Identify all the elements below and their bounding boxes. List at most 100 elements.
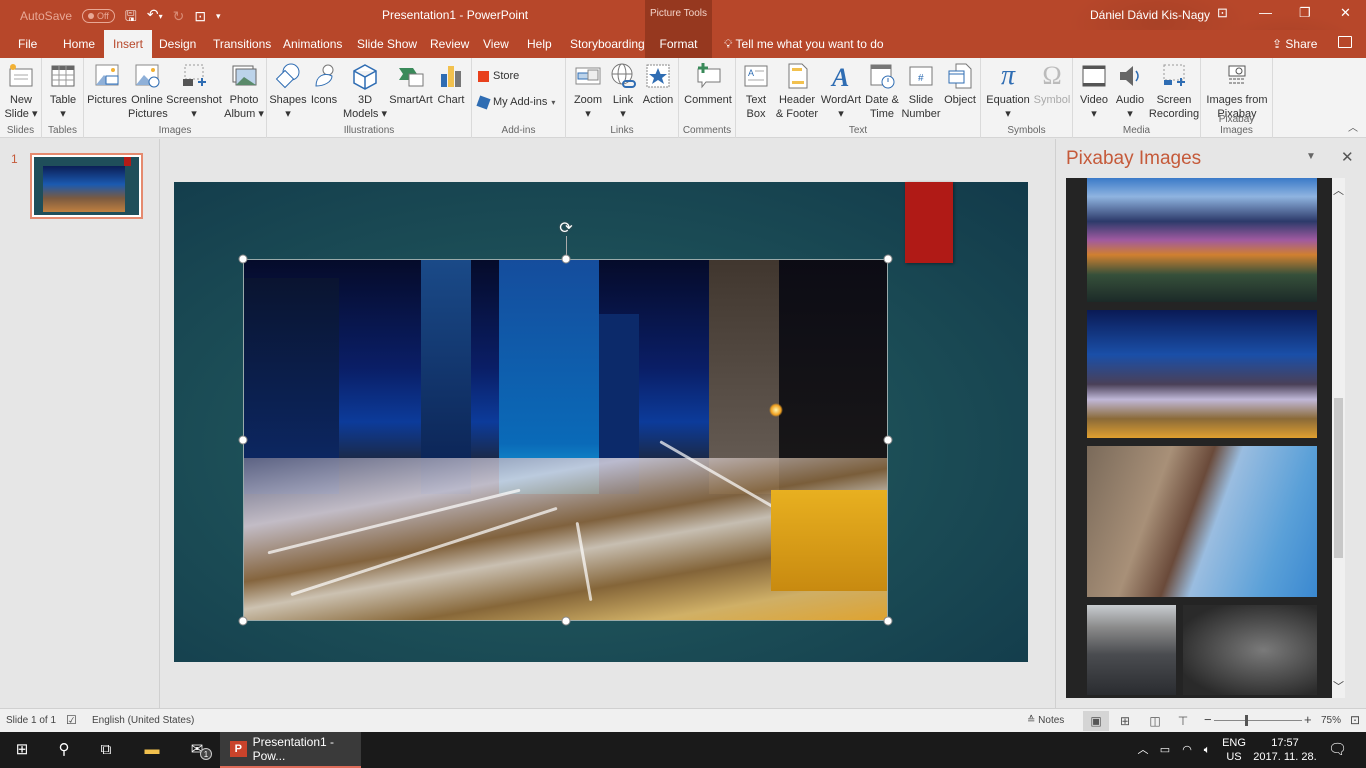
- customize-qat-icon[interactable]: ▾: [216, 9, 221, 23]
- redo-icon[interactable]: ↻: [173, 9, 185, 23]
- fit-to-window-icon[interactable]: ⊡: [1350, 713, 1360, 727]
- pictures-button[interactable]: Pictures: [86, 62, 128, 107]
- tab-home[interactable]: Home: [54, 30, 104, 58]
- comment-button[interactable]: Comment: [682, 62, 734, 107]
- collapse-ribbon-icon[interactable]: ︿: [1348, 119, 1358, 134]
- slide[interactable]: [174, 182, 1028, 662]
- wifi-icon[interactable]: ◠: [1179, 732, 1195, 768]
- tab-storyboarding[interactable]: Storyboarding: [561, 30, 654, 58]
- video-button[interactable]: Video ▾: [1076, 62, 1112, 121]
- selected-picture[interactable]: [243, 259, 888, 621]
- gallery-scrollbar[interactable]: ︿ ﹀: [1332, 178, 1345, 698]
- resize-handle-left[interactable]: [238, 435, 248, 445]
- undo-icon[interactable]: ↶▾: [147, 7, 163, 24]
- volume-icon[interactable]: 🔈︎: [1199, 732, 1215, 768]
- language[interactable]: English (United States): [92, 715, 194, 726]
- shapes-button[interactable]: Shapes ▾: [269, 62, 307, 121]
- input-language[interactable]: ENG US: [1222, 736, 1246, 764]
- slideshow-view-icon[interactable]: ⊤: [1170, 711, 1196, 731]
- equation-button[interactable]: π Equation ▾: [984, 62, 1032, 121]
- search-icon[interactable]: ⚲: [54, 732, 74, 768]
- zoom-out-icon[interactable]: −: [1204, 712, 1212, 727]
- resize-handle-top[interactable]: [561, 254, 571, 264]
- resize-handle-top-right[interactable]: [883, 254, 893, 264]
- smartart-button[interactable]: SmartArt: [389, 62, 433, 107]
- tell-me-search[interactable]: 💡︎ Tell me what you want to do: [724, 30, 884, 58]
- clock[interactable]: 17:57 2017. 11. 28.: [1252, 736, 1318, 764]
- ribbon-display-options-icon[interactable]: ⊡: [1217, 5, 1228, 21]
- tab-format-overlay[interactable]: Format: [645, 30, 712, 58]
- new-slide-button[interactable]: New Slide ▾: [4, 62, 38, 121]
- date-time-button[interactable]: Date & Time: [863, 62, 901, 121]
- audio-button[interactable]: Audio ▾: [1112, 62, 1148, 121]
- wordart-button[interactable]: A WordArt ▾: [819, 62, 863, 121]
- header-footer-button[interactable]: Header & Footer: [775, 62, 819, 121]
- scroll-down-icon[interactable]: ﹀: [1332, 678, 1345, 694]
- action-center-icon[interactable]: 🗨︎: [1328, 732, 1347, 768]
- show-hidden-icons[interactable]: ︿: [1136, 732, 1150, 768]
- chart-button[interactable]: Chart: [433, 62, 469, 107]
- tab-design[interactable]: Design: [150, 30, 205, 58]
- slide-number-button[interactable]: # Slide Number: [901, 62, 941, 121]
- pane-options-icon[interactable]: ▼: [1306, 151, 1316, 162]
- autosave-toggle[interactable]: Off: [82, 8, 115, 23]
- task-view-icon[interactable]: ⧉: [96, 732, 116, 768]
- file-explorer-icon[interactable]: ▬: [140, 732, 164, 768]
- windows-start-icon[interactable]: ⊞: [12, 732, 32, 768]
- online-pictures-button[interactable]: Online Pictures: [128, 62, 168, 121]
- tab-insert[interactable]: Insert: [104, 30, 153, 58]
- scroll-up-icon[interactable]: ︿: [1332, 182, 1345, 198]
- resize-handle-bottom-left[interactable]: [238, 616, 248, 626]
- tab-view[interactable]: View: [474, 30, 518, 58]
- photo-album-button[interactable]: Photo Album ▾: [222, 62, 266, 121]
- zoom-in-icon[interactable]: +: [1304, 712, 1312, 727]
- close-icon[interactable]: ✕: [1340, 5, 1351, 21]
- gallery-image-cathedral[interactable]: [1087, 446, 1317, 597]
- scroll-thumb[interactable]: [1334, 398, 1343, 558]
- tab-transitions[interactable]: Transitions: [204, 30, 280, 58]
- tab-help[interactable]: Help: [518, 30, 561, 58]
- resize-handle-bottom-right[interactable]: [883, 616, 893, 626]
- tab-slide-show[interactable]: Slide Show: [348, 30, 426, 58]
- save-icon[interactable]: 🖫: [125, 9, 137, 23]
- red-accent-shape[interactable]: [905, 182, 953, 263]
- mail-icon[interactable]: ✉ 1: [184, 732, 212, 768]
- slide-sorter-view-icon[interactable]: ⊞: [1112, 711, 1138, 731]
- zoom-slider[interactable]: [1214, 720, 1302, 721]
- screen-recording-button[interactable]: Screen Recording: [1148, 62, 1200, 121]
- icons-button[interactable]: Icons: [307, 62, 341, 107]
- start-slideshow-icon[interactable]: ⊡: [194, 9, 206, 23]
- slide-thumbnail-1[interactable]: [30, 153, 143, 219]
- symbol-button[interactable]: Ω Symbol: [1032, 62, 1072, 107]
- taskbar-app-powerpoint[interactable]: P Presentation1 - Pow...: [220, 732, 361, 768]
- minimize-icon[interactable]: —: [1259, 5, 1272, 20]
- tab-file[interactable]: File: [9, 30, 46, 58]
- notes-button[interactable]: ≙ Notes: [1027, 715, 1064, 726]
- battery-icon[interactable]: ▭: [1156, 732, 1174, 768]
- reading-view-icon[interactable]: ◫: [1142, 711, 1168, 731]
- link-button[interactable]: Link ▾: [607, 62, 639, 121]
- resize-handle-bottom[interactable]: [561, 616, 571, 626]
- normal-view-icon[interactable]: ▣: [1083, 711, 1109, 731]
- gallery-image-night-highway[interactable]: [1087, 310, 1317, 438]
- restore-icon[interactable]: ❐: [1299, 5, 1311, 21]
- 3d-models-button[interactable]: 3D Models ▾: [341, 62, 389, 121]
- images-from-pixabay-button[interactable]: Images from Pixabay: [1203, 62, 1271, 121]
- zoom-slider-thumb[interactable]: [1244, 715, 1248, 726]
- share-button[interactable]: ⇪ Share: [1272, 30, 1317, 58]
- user-name[interactable]: Dániel Dávid Kis-Nagy: [1090, 8, 1210, 22]
- resize-handle-top-left[interactable]: [238, 254, 248, 264]
- gallery-image-reflection[interactable]: [1183, 605, 1317, 695]
- store-button[interactable]: Store: [478, 70, 519, 82]
- zoom-level[interactable]: 75%: [1321, 715, 1341, 726]
- screenshot-button[interactable]: Screenshot ▾: [166, 62, 222, 121]
- tab-animations[interactable]: Animations: [274, 30, 351, 58]
- action-button[interactable]: Action: [639, 62, 677, 107]
- my-addins-button[interactable]: My Add-ins ▾: [476, 94, 555, 110]
- object-button[interactable]: Object: [941, 62, 979, 107]
- tab-review[interactable]: Review: [421, 30, 478, 58]
- pane-close-icon[interactable]: ✕: [1341, 148, 1354, 166]
- resize-handle-right[interactable]: [883, 435, 893, 445]
- text-box-button[interactable]: A Text Box: [739, 62, 773, 121]
- rotate-handle-icon[interactable]: ⟳: [559, 218, 572, 238]
